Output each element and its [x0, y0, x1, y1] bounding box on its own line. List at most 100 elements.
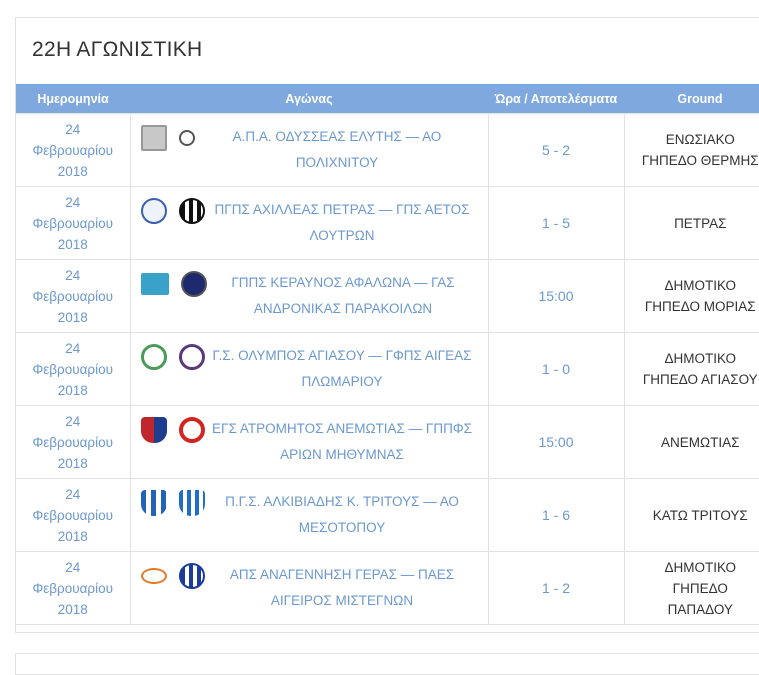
match-link-line: ΑΠΣ ΑΝΑΓΕΝΝΗΣΗ ΓΕΡΑΣ — ΠΑΕΣ: [205, 562, 480, 588]
match-link-line: Π.Γ.Σ. ΑΛΚΙΒΙΑΔΗΣ Κ. ΤΡΙΤΟΥΣ — ΑΟ: [205, 489, 480, 515]
match-score[interactable]: 5 - 2: [488, 114, 624, 187]
match-ground-line: ΓΗΠΕΔΟ: [625, 578, 759, 599]
match-link-line: ΓΠΠΣ ΚΕΡΑΥΝΟΣ ΑΦΑΛΩΝΑ — ΓΑΣ: [207, 270, 480, 296]
match-link-line: ΕΓΣ ΑΤΡΟΜΗΤΟΣ ΑΝΕΜΩΤΙΑΣ — ΓΠΠΦΣ: [205, 416, 480, 442]
match-date-line: 24: [16, 484, 130, 505]
match-link[interactable]: ΕΓΣ ΑΤΡΟΜΗΤΟΣ ΑΝΕΜΩΤΙΑΣ — ΓΠΠΦΣΑΡΙΩΝ ΜΗΘ…: [205, 416, 480, 468]
match-ground-line: ΓΗΠΕΔΟ ΘΕΡΜΗΣ: [625, 150, 759, 171]
match-ground-line: ΔΗΜΟΤΙΚΟ: [625, 557, 759, 578]
match-cell: Γ.Σ. ΟΛΥΜΠΟΣ ΑΓΙΑΣΟΥ — ΓΦΠΣ ΑΙΓΕΑΣΠΛΩΜΑΡ…: [130, 333, 488, 406]
match-date-line: 24: [16, 411, 130, 432]
match-link-line: Γ.Σ. ΟΛΥΜΠΟΣ ΑΓΙΑΣΟΥ — ΓΦΠΣ ΑΙΓΕΑΣ: [205, 343, 480, 369]
blue-circle-logo: [141, 198, 167, 224]
grey-crest-logo: [141, 125, 167, 151]
match-date-line: 2018: [16, 161, 130, 182]
table-row: 24Φεβρουαρίου2018 ΕΓΣ ΑΤΡΟΜΗΤΟΣ ΑΝΕΜΩΤΙΑΣ…: [16, 406, 759, 479]
match-ground-line: ΚΑΤΩ ΤΡΙΤΟΥΣ: [625, 505, 759, 526]
table-row: 24Φεβρουαρίου2018 Γ.Σ. ΟΛΥΜΠΟΣ ΑΓΙΑΣΟΥ — …: [16, 333, 759, 406]
match-score[interactable]: 1 - 6: [488, 479, 624, 552]
match-date-line: Φεβρουαρίου: [16, 140, 130, 161]
match-score[interactable]: 1 - 5: [488, 187, 624, 260]
match-ground: ΠΕΤΡΑΣ: [624, 187, 759, 260]
match-date-line: 24: [16, 192, 130, 213]
match-date-line: 2018: [16, 453, 130, 474]
match-link[interactable]: Α.Π.Α. ΟΔΥΣΣΕΑΣ ΕΛΥΤΗΣ — ΑΟΠΟΛΙΧΝΙΤΟΥ: [195, 124, 480, 176]
match-date[interactable]: 24Φεβρουαρίου2018: [16, 406, 130, 479]
table-row: 24Φεβρουαρίου2018 Π.Γ.Σ. ΑΛΚΙΒΙΑΔΗΣ Κ. ΤΡ…: [16, 479, 759, 552]
match-date[interactable]: 24Φεβρουαρίου2018: [16, 333, 130, 406]
table-row: 24Φεβρουαρίου2018 ΠΓΠΣ ΑΧΙΛΛΕΑΣ ΠΕΤΡΑΣ — …: [16, 187, 759, 260]
match-date-line: Φεβρουαρίου: [16, 359, 130, 380]
match-link-line: ΠΟΛΙΧΝΙΤΟΥ: [195, 150, 480, 176]
match-ground-line: ΠΑΠΑΔΟΥ: [625, 599, 759, 620]
match-ground-line: ΑΝΕΜΩΤΙΑΣ: [625, 432, 759, 453]
match-ground-line: ΓΗΠΕΔΟ ΜΟΡΙΑΣ: [625, 296, 759, 317]
match-ground: ΚΑΤΩ ΤΡΙΤΟΥΣ: [624, 479, 759, 552]
match-date-line: 2018: [16, 526, 130, 547]
match-link-line: ΑΡΙΩΝ ΜΗΘΥΜΝΑΣ: [205, 442, 480, 468]
match-cell: ΕΓΣ ΑΤΡΟΜΗΤΟΣ ΑΝΕΜΩΤΙΑΣ — ΓΠΠΦΣΑΡΙΩΝ ΜΗΘ…: [130, 406, 488, 479]
next-round-panel: [15, 653, 759, 675]
match-date-line: Φεβρουαρίου: [16, 213, 130, 234]
match-ground-line: ΓΗΠΕΔΟ ΑΓΙΑΣΟΥ: [625, 369, 759, 390]
orange-ball-logo: [141, 568, 167, 584]
fixtures-table: Ημερομηνία Αγώνας Ώρα / Αποτελέσματα Gro…: [16, 84, 759, 625]
blue-white-stripes-logo: [179, 563, 205, 589]
match-ground: ΕΝΩΣΙΑΚΟΓΗΠΕΔΟ ΘΕΡΜΗΣ: [624, 114, 759, 187]
match-date[interactable]: 24Φεβρουαρίου2018: [16, 479, 130, 552]
table-row: 24Φεβρουαρίου2018 Α.Π.Α. ΟΔΥΣΣΕΑΣ ΕΛΥΤΗΣ …: [16, 114, 759, 187]
match-date[interactable]: 24Φεβρουαρίου2018: [16, 260, 130, 333]
small-crest-logo: [179, 130, 195, 146]
round-title: 22Η ΑΓΩΝΙΣΤΙΚΗ: [32, 38, 203, 62]
match-ground: ΑΝΕΜΩΤΙΑΣ: [624, 406, 759, 479]
match-date-line: Φεβρουαρίου: [16, 432, 130, 453]
match-date-line: Φεβρουαρίου: [16, 505, 130, 526]
match-score[interactable]: 1 - 0: [488, 333, 624, 406]
match-cell: ΓΠΠΣ ΚΕΡΑΥΝΟΣ ΑΦΑΛΩΝΑ — ΓΑΣΑΝΔΡΟΝΙΚΑΣ ΠΑ…: [130, 260, 488, 333]
match-date-line: 2018: [16, 307, 130, 328]
match-link-line: ΑΝΔΡΟΝΙΚΑΣ ΠΑΡΑΚΟΙΛΩΝ: [207, 296, 480, 322]
header-date: Ημερομηνία: [16, 84, 130, 114]
match-score[interactable]: 1 - 2: [488, 552, 624, 625]
match-ground: ΔΗΜΟΤΙΚΟΓΗΠΕΔΟΠΑΠΑΔΟΥ: [624, 552, 759, 625]
header-ground: Ground: [624, 84, 759, 114]
match-cell: ΑΠΣ ΑΝΑΓΕΝΝΗΣΗ ΓΕΡΑΣ — ΠΑΕΣΑΙΓΕΙΡΟΣ ΜΙΣΤ…: [130, 552, 488, 625]
purple-figure-logo: [179, 344, 205, 370]
match-date-line: 2018: [16, 234, 130, 255]
match-date-line: Φεβρουαρίου: [16, 286, 130, 307]
match-date[interactable]: 24Φεβρουαρίου2018: [16, 187, 130, 260]
match-ground-line: ΔΗΜΟΤΙΚΟ: [625, 348, 759, 369]
red-ring-logo: [179, 417, 205, 443]
match-date-line: 24: [16, 557, 130, 578]
blue-stripes-shield-logo: [179, 490, 205, 516]
header-score: Ώρα / Αποτελέσματα: [488, 84, 624, 114]
navy-circle-logo: [181, 271, 207, 297]
match-link-line: Α.Π.Α. ΟΔΥΣΣΕΑΣ ΕΛΥΤΗΣ — ΑΟ: [195, 124, 480, 150]
match-date-line: Φεβρουαρίου: [16, 578, 130, 599]
match-link[interactable]: Π.Γ.Σ. ΑΛΚΙΒΙΑΔΗΣ Κ. ΤΡΙΤΟΥΣ — ΑΟΜΕΣΟΤΟΠ…: [205, 489, 480, 541]
table-row: 24Φεβρουαρίου2018 ΓΠΠΣ ΚΕΡΑΥΝΟΣ ΑΦΑΛΩΝΑ —…: [16, 260, 759, 333]
match-date-line: 24: [16, 119, 130, 140]
header-match: Αγώνας: [130, 84, 488, 114]
match-link[interactable]: ΑΠΣ ΑΝΑΓΕΝΝΗΣΗ ΓΕΡΑΣ — ΠΑΕΣΑΙΓΕΙΡΟΣ ΜΙΣΤ…: [205, 562, 480, 614]
match-link-line: ΛΟΥΤΡΩΝ: [205, 223, 480, 249]
blue-white-shield-logo: [141, 490, 167, 516]
match-date[interactable]: 24Φεβρουαρίου2018: [16, 552, 130, 625]
match-date-line: 24: [16, 338, 130, 359]
match-date-line: 24: [16, 265, 130, 286]
round-panel: 22Η ΑΓΩΝΙΣΤΙΚΗ Ημερομηνία Αγώνας Ώρα / Α…: [15, 17, 759, 633]
match-ground: ΔΗΜΟΤΙΚΟΓΗΠΕΔΟ ΜΟΡΙΑΣ: [624, 260, 759, 333]
match-ground-line: ΔΗΜΟΤΙΚΟ: [625, 275, 759, 296]
match-ground-line: ΠΕΤΡΑΣ: [625, 213, 759, 234]
teal-square-logo: [141, 273, 169, 295]
match-cell: ΠΓΠΣ ΑΧΙΛΛΕΑΣ ΠΕΤΡΑΣ — ΓΠΣ ΑΕΤΟΣΛΟΥΤΡΩΝ: [130, 187, 488, 260]
table-header-row: Ημερομηνία Αγώνας Ώρα / Αποτελέσματα Gro…: [16, 84, 759, 114]
match-score[interactable]: 15:00: [488, 260, 624, 333]
match-score[interactable]: 15:00: [488, 406, 624, 479]
match-date[interactable]: 24Φεβρουαρίου2018: [16, 114, 130, 187]
match-ground-line: ΕΝΩΣΙΑΚΟ: [625, 129, 759, 150]
match-link[interactable]: Γ.Σ. ΟΛΥΜΠΟΣ ΑΓΙΑΣΟΥ — ΓΦΠΣ ΑΙΓΕΑΣΠΛΩΜΑΡ…: [205, 343, 480, 395]
match-cell: Α.Π.Α. ΟΔΥΣΣΕΑΣ ΕΛΥΤΗΣ — ΑΟΠΟΛΙΧΝΙΤΟΥ: [130, 114, 488, 187]
match-link[interactable]: ΓΠΠΣ ΚΕΡΑΥΝΟΣ ΑΦΑΛΩΝΑ — ΓΑΣΑΝΔΡΟΝΙΚΑΣ ΠΑ…: [207, 270, 480, 322]
match-link[interactable]: ΠΓΠΣ ΑΧΙΛΛΕΑΣ ΠΕΤΡΑΣ — ΓΠΣ ΑΕΤΟΣΛΟΥΤΡΩΝ: [205, 197, 480, 249]
